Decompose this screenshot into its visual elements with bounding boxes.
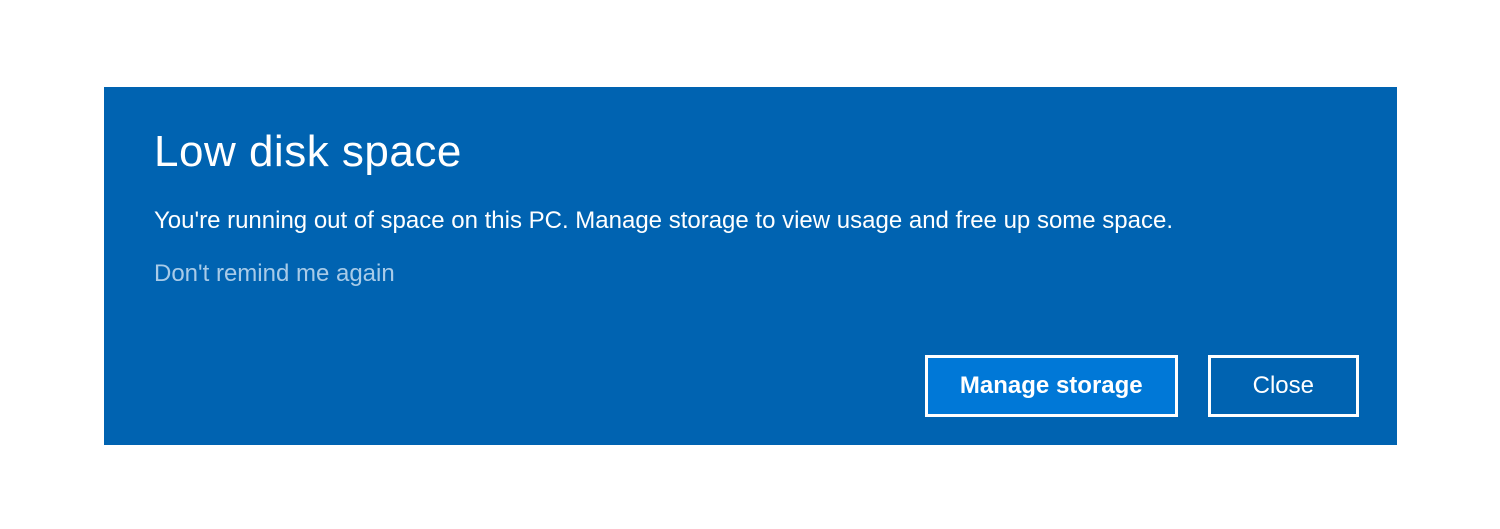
dont-remind-link[interactable]: Don't remind me again xyxy=(154,260,395,288)
dialog-message: You're running out of space on this PC. … xyxy=(154,205,1347,236)
manage-storage-button[interactable]: Manage storage xyxy=(925,355,1178,417)
low-disk-space-dialog: Low disk space You're running out of spa… xyxy=(104,87,1397,445)
close-button[interactable]: Close xyxy=(1208,355,1359,417)
dialog-title: Low disk space xyxy=(154,127,1347,177)
dialog-button-row: Manage storage Close xyxy=(925,355,1359,417)
